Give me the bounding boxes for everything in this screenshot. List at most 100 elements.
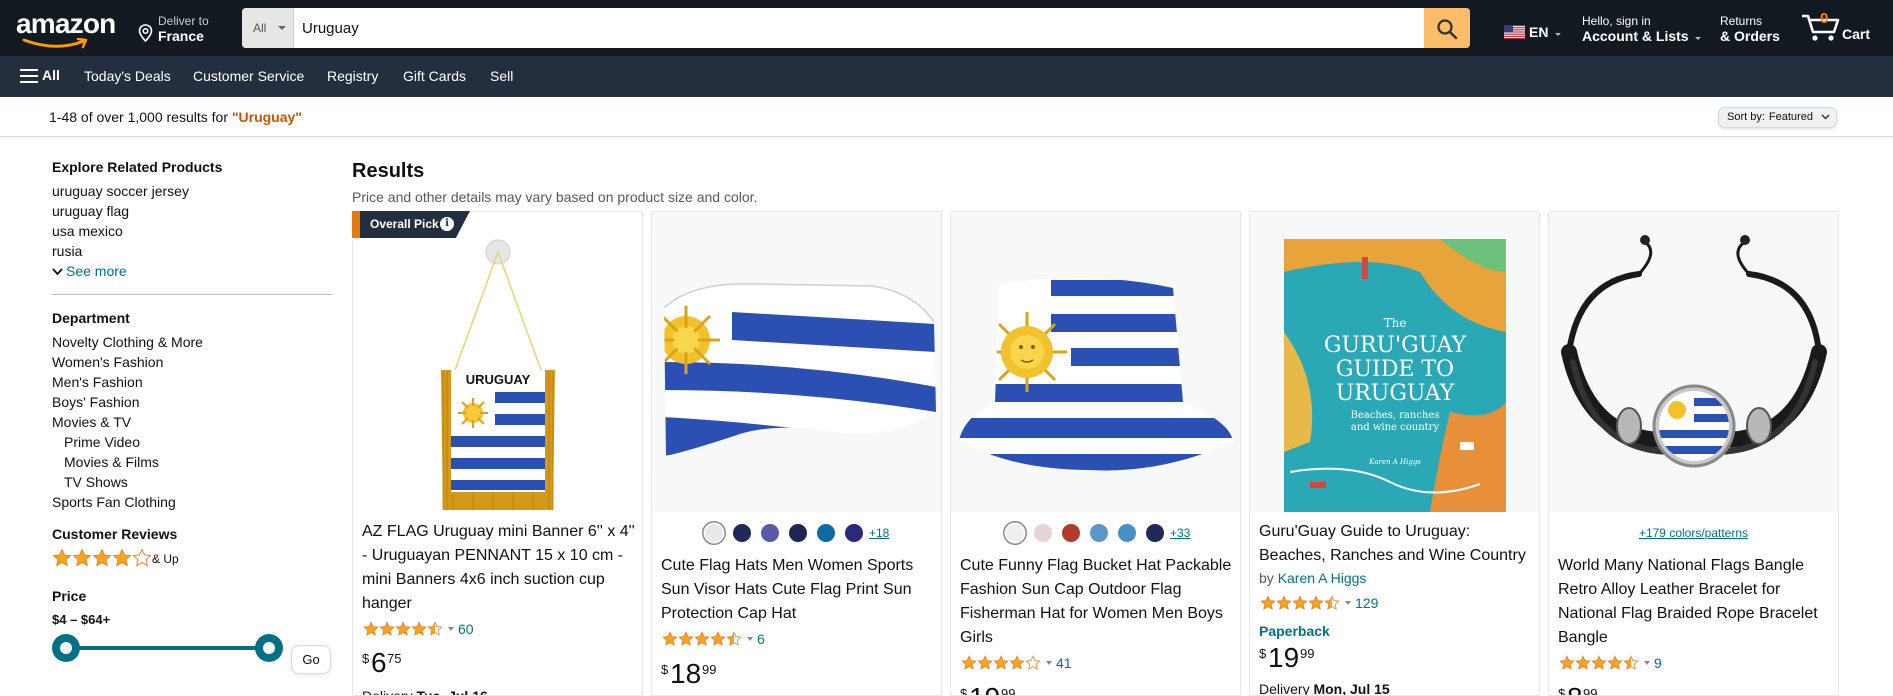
account-lists-label: Account & Lists <box>1582 28 1689 44</box>
star-rating-icon <box>363 621 443 636</box>
sort-dropdown[interactable]: Sort by: Featured <box>1718 107 1837 128</box>
product-image[interactable] <box>951 212 1240 512</box>
color-swatch[interactable] <box>705 524 723 542</box>
cart-button[interactable]: 0 Cart <box>1800 8 1880 48</box>
product-image[interactable] <box>1549 212 1838 512</box>
more-colors-link[interactable]: +179 colors/patterns <box>1549 526 1838 540</box>
color-swatch[interactable] <box>1034 524 1052 542</box>
price-currency: $ <box>960 686 968 696</box>
results-subheading: Price and other details may vary based o… <box>352 189 758 205</box>
delivery-date: Tue, Jul 16 <box>416 688 488 696</box>
caret-down-icon <box>1695 37 1701 40</box>
related-link[interactable]: rusia <box>52 243 82 259</box>
department-link[interactable]: Movies & TV <box>52 414 131 430</box>
search-category-dropdown[interactable]: All <box>242 8 294 48</box>
language-code: EN <box>1529 24 1549 40</box>
color-swatches: +18 <box>652 524 941 544</box>
product-title[interactable]: AZ FLAG Uruguay mini Banner 6'' x 4'' - … <box>362 520 637 616</box>
amazon-logo[interactable]: amazon <box>16 10 118 49</box>
caret-down-icon <box>1555 33 1561 36</box>
product-image[interactable]: URUGUAY <box>353 212 642 512</box>
price-whole: 19 <box>969 684 1000 696</box>
four-stars-up-filter[interactable] <box>52 548 152 573</box>
price-whole: 19 <box>1268 642 1300 673</box>
product-rating[interactable]: 60 <box>362 621 474 639</box>
star-rating-icon <box>1260 595 1340 610</box>
customer-reviews-heading: Customer Reviews <box>52 526 178 542</box>
product-card[interactable]: +179 colors/patterns World Many National… <box>1548 211 1839 696</box>
search-bar: All <box>242 8 1470 48</box>
more-colors-link[interactable]: +18 <box>869 526 889 540</box>
related-products-heading: Explore Related Products <box>52 159 223 175</box>
nav-sell[interactable]: Sell <box>490 68 513 84</box>
department-link[interactable]: Boys' Fashion <box>52 394 140 410</box>
chevron-down-icon <box>1821 114 1830 120</box>
product-image[interactable] <box>652 212 941 512</box>
product-rating[interactable]: 6 <box>661 631 765 649</box>
department-link[interactable]: TV Shows <box>64 474 128 490</box>
color-swatch[interactable] <box>733 524 751 542</box>
product-title[interactable]: Guru'Guay Guide to Uruguay: Beaches, Ran… <box>1259 520 1534 568</box>
search-button[interactable] <box>1424 8 1470 48</box>
nav-gift-cards[interactable]: Gift Cards <box>403 68 466 84</box>
price-slider-max-handle[interactable] <box>255 634 283 662</box>
price-go-button[interactable]: Go <box>291 645 331 674</box>
sign-in-greeting: Hello, sign in <box>1582 14 1651 28</box>
product-rating[interactable]: 41 <box>960 655 1072 673</box>
results-query: "Uruguay" <box>231 109 302 125</box>
department-link[interactable]: Novelty Clothing & More <box>52 334 203 350</box>
color-swatch[interactable] <box>1146 524 1164 542</box>
nav-customer-service[interactable]: Customer Service <box>193 68 304 84</box>
department-link[interactable]: Men's Fashion <box>52 374 143 390</box>
nav-registry[interactable]: Registry <box>327 68 378 84</box>
see-more-link[interactable]: See more <box>52 263 127 279</box>
info-icon[interactable]: i <box>440 217 454 231</box>
product-title[interactable]: Cute Funny Flag Bucket Hat Packable Fash… <box>960 554 1235 650</box>
department-link[interactable]: Sports Fan Clothing <box>52 494 176 510</box>
product-rating[interactable]: 9 <box>1558 655 1662 673</box>
review-count: 129 <box>1355 595 1379 611</box>
color-swatch[interactable] <box>817 524 835 542</box>
department-link[interactable]: Women's Fashion <box>52 354 163 370</box>
product-title[interactable]: World Many National Flags Bangle Retro A… <box>1558 554 1833 650</box>
color-swatch[interactable] <box>1006 524 1024 542</box>
department-link[interactable]: Prime Video <box>64 434 140 450</box>
book-cover-image: The GURU'GUAY GUIDE TO URUGUAY Beaches, … <box>1250 212 1539 512</box>
chevron-down-icon <box>52 268 63 276</box>
color-swatch[interactable] <box>1118 524 1136 542</box>
price-slider[interactable] <box>52 633 283 663</box>
product-card[interactable]: URUGUAY AZ FLAG Uruguay mini Banner 6'' … <box>352 211 643 696</box>
related-link[interactable]: uruguay flag <box>52 203 129 219</box>
color-swatch[interactable] <box>845 524 863 542</box>
related-link[interactable]: usa mexico <box>52 223 123 239</box>
price-currency: $ <box>1558 686 1566 696</box>
related-link[interactable]: uruguay soccer jersey <box>52 183 189 199</box>
review-count: 41 <box>1056 655 1072 671</box>
product-rating[interactable]: 129 <box>1259 595 1378 613</box>
product-card[interactable]: +33 Cute Funny Flag Bucket Hat Packable … <box>950 211 1241 696</box>
smile-icon <box>22 38 88 49</box>
product-card[interactable]: +18 Cute Flag Hats Men Women Sports Sun … <box>651 211 942 696</box>
returns-orders[interactable]: Returns & Orders <box>1720 12 1784 46</box>
author-link[interactable]: Karen A Higgs <box>1278 570 1367 586</box>
search-input[interactable] <box>300 8 1400 48</box>
price-fraction: 75 <box>387 651 402 666</box>
color-swatch[interactable] <box>761 524 779 542</box>
department-link[interactable]: Movies & Films <box>64 454 159 470</box>
bucket-hat-image <box>951 212 1240 512</box>
product-card[interactable]: The GURU'GUAY GUIDE TO URUGUAY Beaches, … <box>1249 211 1540 696</box>
price-whole: 18 <box>670 658 702 689</box>
color-swatch[interactable] <box>1090 524 1108 542</box>
more-colors-link[interactable]: +33 <box>1170 526 1190 540</box>
product-title[interactable]: Cute Flag Hats Men Women Sports Sun Viso… <box>661 554 936 626</box>
product-image[interactable]: The GURU'GUAY GUIDE TO URUGUAY Beaches, … <box>1250 212 1539 512</box>
price-slider-track <box>66 646 270 650</box>
product-format[interactable]: Paperback <box>1259 623 1330 639</box>
color-swatch[interactable] <box>1062 524 1080 542</box>
deliver-to[interactable]: Deliver to France <box>138 12 234 46</box>
nav-todays-deals[interactable]: Today's Deals <box>84 68 171 84</box>
language-selector[interactable]: EN <box>1504 22 1561 42</box>
price-slider-min-handle[interactable] <box>52 634 80 662</box>
color-swatch[interactable] <box>789 524 807 542</box>
account-menu[interactable]: Hello, sign in Account & Lists <box>1582 12 1702 46</box>
